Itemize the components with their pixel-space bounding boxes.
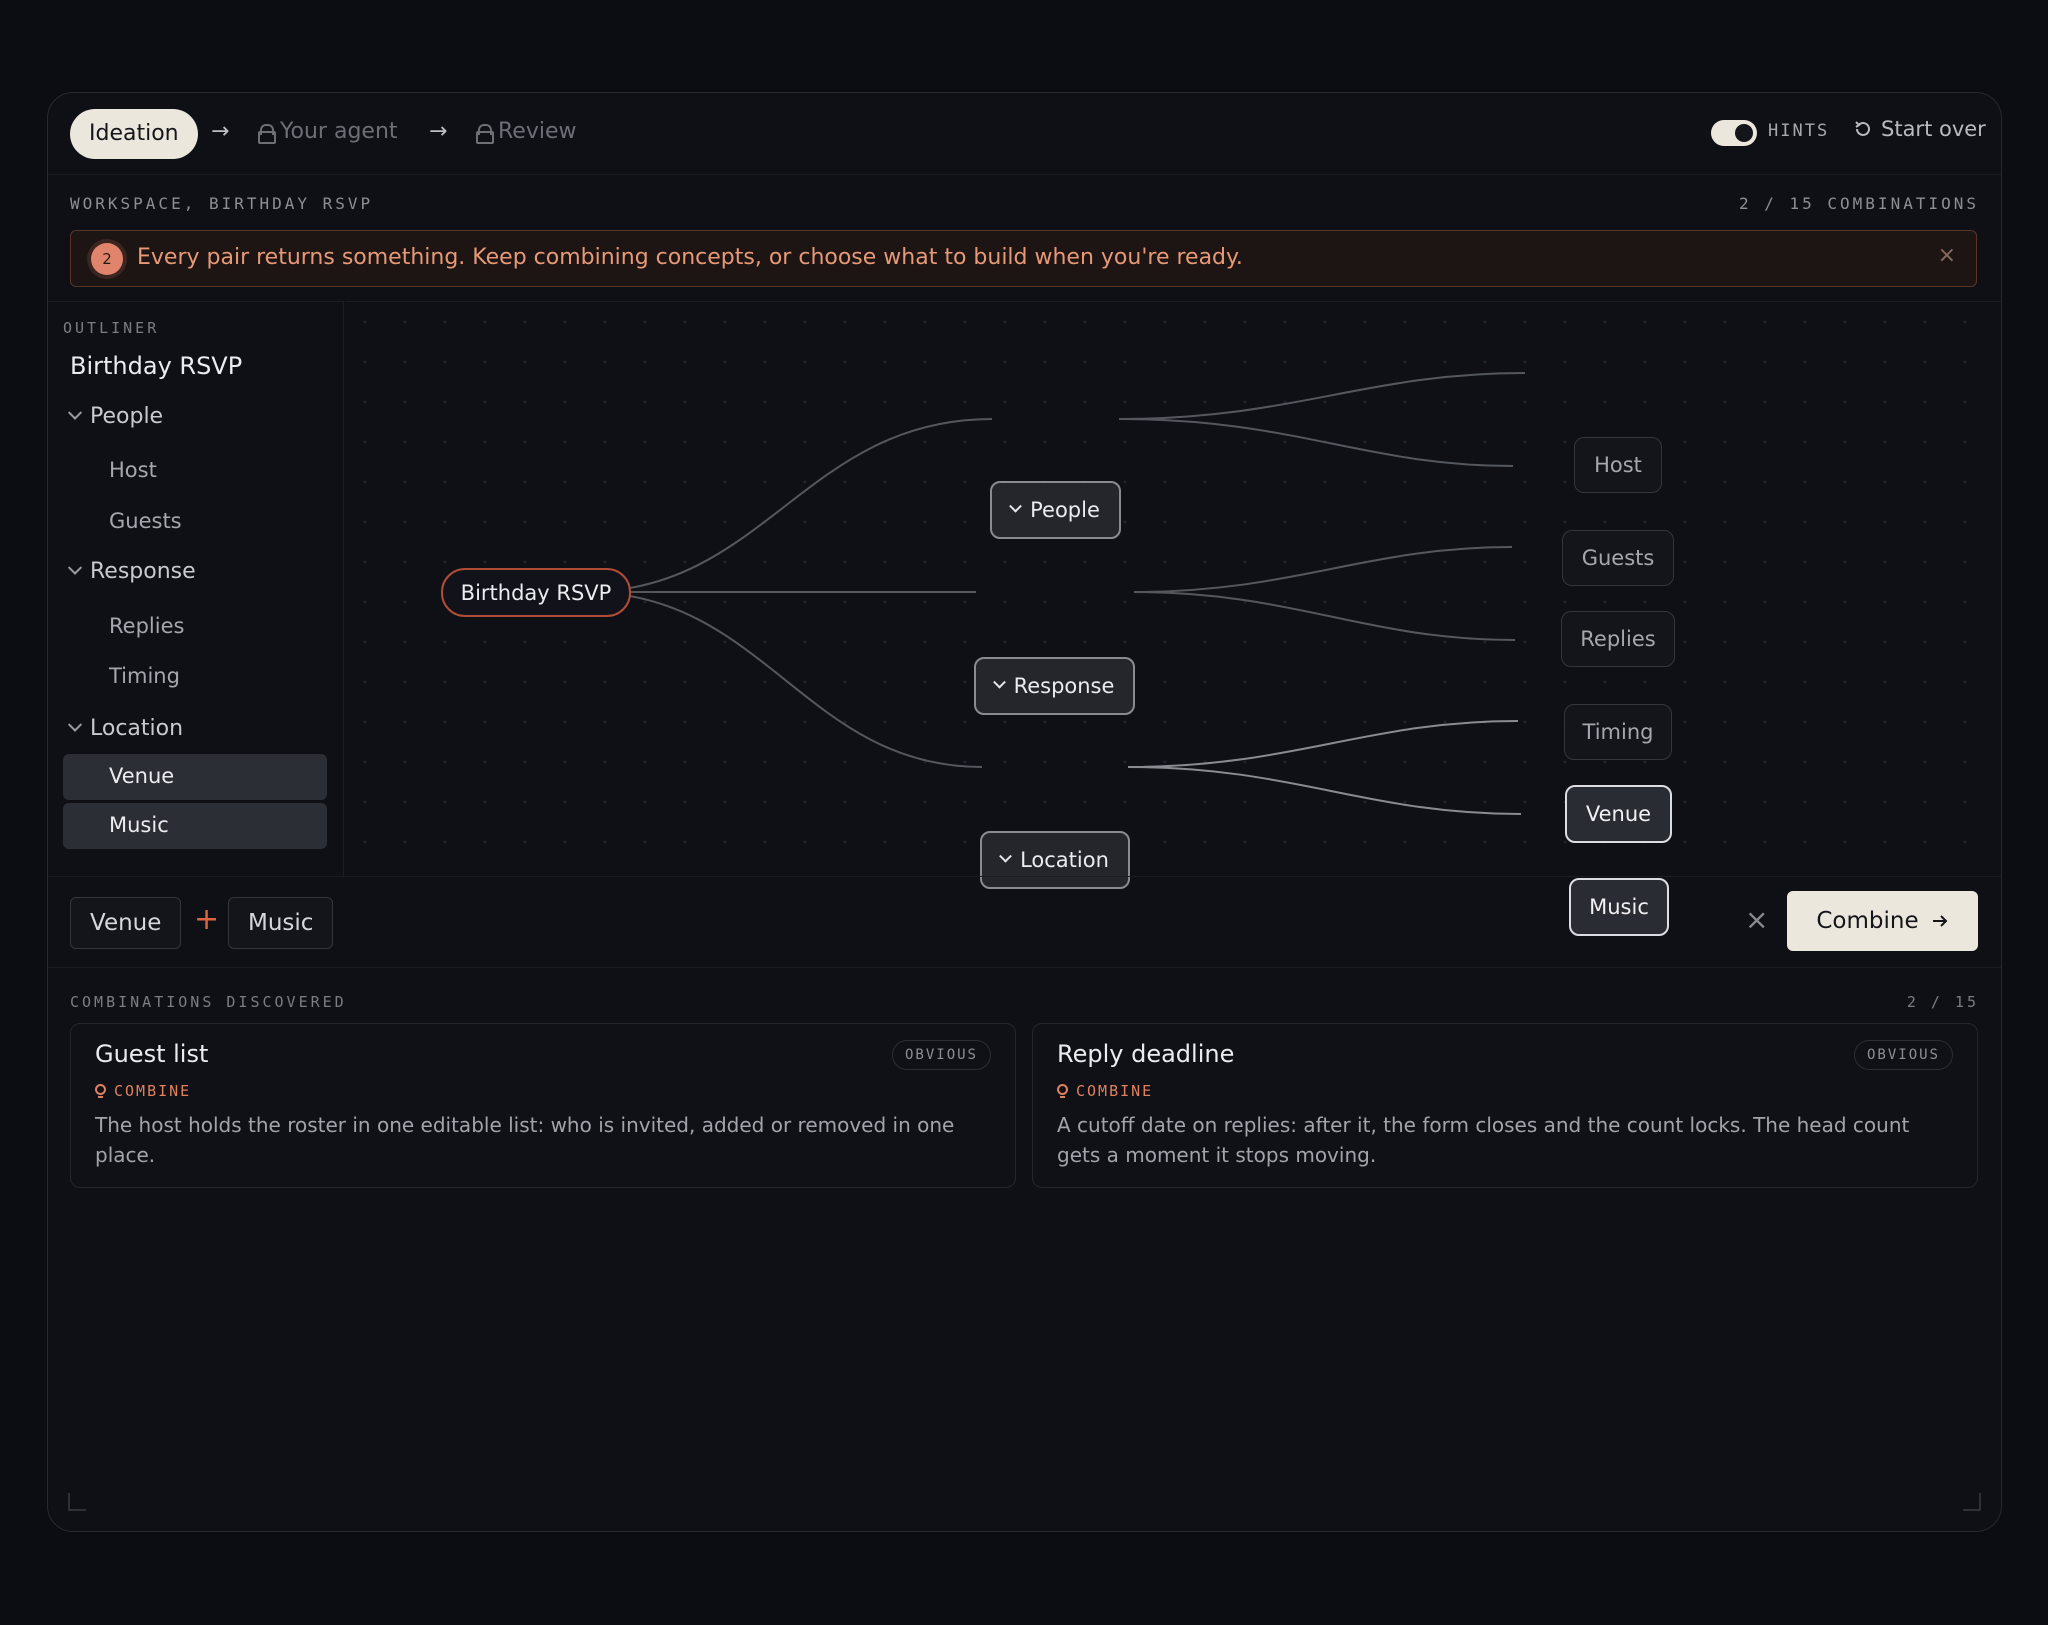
step-label: Your agent [280,119,398,144]
node-label: Replies [1580,627,1656,651]
card-kind: COMBINE [1057,1082,1153,1100]
outliner-group-people[interactable]: People [67,404,164,429]
node-host[interactable]: Host [1574,437,1662,493]
outliner-group-label: People [90,404,164,429]
node-label: Timing [1582,720,1654,744]
node-label: Host [1594,453,1642,477]
outliner-item-music[interactable]: Music [63,803,327,849]
edge-location-venue [1127,720,1519,768]
outliner-item-host[interactable]: Host [109,458,157,482]
edge-response-replies [1133,546,1513,593]
hint-number-badge: 2 [91,243,123,275]
outliner-group-response[interactable]: Response [67,559,196,584]
toggle-knob [1735,124,1753,142]
close-icon[interactable]: × [1938,243,1956,268]
combination-counter: 2 / 15 COMBINATIONS [1738,194,1979,213]
node-guests[interactable]: Guests [1562,530,1674,586]
edge-response-timing [1133,591,1516,641]
outliner-panel: OUTLINER Birthday RSVP People Host Guest… [48,301,344,876]
step-arrow: → [429,119,448,144]
node-label: Response [1013,674,1115,698]
start-over-button[interactable]: Start over [1853,117,1986,141]
node-venue[interactable]: Venue [1565,785,1672,843]
hint-text: Every pair returns something. Keep combi… [137,245,1243,270]
chevron-down-icon [999,849,1012,863]
mind-map-canvas[interactable]: Birthday RSVP People Response Location H… [345,301,2001,936]
chevron-down-icon [992,675,1006,689]
top-bar: Ideation → Your agent → Review HINTS Sta… [48,93,2001,175]
card-title: Guest list [95,1040,209,1068]
edge-root-people [584,418,993,593]
lightbulb-icon [1057,1083,1068,1099]
combination-card[interactable]: Guest list OBVIOUS COMBINE The host hold… [70,1023,1016,1188]
plus-icon: + [194,902,220,937]
hint-banner: 2 Every pair returns something. Keep com… [70,230,1977,287]
edge-root-location [584,591,983,768]
reset-icon [1855,121,1870,136]
outliner-group-label: Response [90,559,196,584]
hints-label: HINTS [1768,121,1830,141]
chevron-down-icon [67,405,83,420]
card-kind: COMBINE [95,1082,191,1100]
card-description: The host holds the roster in one editabl… [95,1113,955,1167]
outliner-item-venue[interactable]: Venue [63,754,327,800]
chevron-down-icon [67,560,83,575]
lock-icon [258,123,276,144]
outliner-item-label: Music [109,813,169,837]
outliner-group-label: Location [90,716,184,741]
node-timing[interactable]: Timing [1564,704,1672,760]
outliner-group-location[interactable]: Location [67,716,184,741]
combine-button[interactable]: Combine [1787,891,1978,951]
outliner-item-guests[interactable]: Guests [109,509,182,533]
edge-people-host [1118,372,1526,420]
combine-bar: Venue + Music × Combine [48,876,2001,968]
corner-mark [68,1493,86,1511]
outliner-item-replies[interactable]: Replies [109,614,184,638]
node-people[interactable]: People [990,481,1121,539]
selected-chip-venue[interactable]: Venue [70,897,182,949]
card-description: A cutoff date on replies: after it, the … [1057,1113,1910,1167]
clear-selection-icon[interactable]: × [1745,903,1768,936]
edge-people-guests [1118,418,1514,467]
step-review[interactable]: Review [476,119,577,144]
workspace-label: WORKSPACE, BIRTHDAY RSVP [70,194,374,213]
arrow-right-icon [1932,915,1948,927]
node-birthday-rsvp[interactable]: Birthday RSVP [441,568,631,617]
combinations-label: COMBINATIONS DISCOVERED [70,993,347,1011]
node-response[interactable]: Response [974,657,1135,715]
lock-icon [476,123,494,144]
node-label: Venue [1585,802,1652,826]
card-tag: OBVIOUS [891,1040,991,1070]
outliner-label: OUTLINER [63,319,160,337]
corner-mark [1963,1493,1981,1511]
outliner-item-label: Venue [109,764,175,788]
card-title: Reply deadline [1057,1040,1235,1068]
card-kind-label: COMBINE [1076,1082,1154,1100]
outliner-item-timing[interactable]: Timing [109,664,180,688]
combination-card[interactable]: Reply deadline OBVIOUS COMBINE A cutoff … [1032,1023,1978,1188]
node-label: Birthday RSVP [460,580,612,605]
hints-toggle[interactable] [1711,120,1757,146]
edge-location-music [1127,766,1522,815]
card-tag: OBVIOUS [1853,1040,1953,1070]
selected-chip-music[interactable]: Music [228,897,334,949]
step-label: Review [498,119,577,144]
step-ideation[interactable]: Ideation [70,109,198,159]
lightbulb-icon [95,1083,106,1099]
combine-button-label: Combine [1816,908,1919,934]
start-over-label: Start over [1881,117,1986,141]
step-your-agent[interactable]: Your agent [258,119,398,144]
node-label: Location [1020,848,1109,872]
outliner-root[interactable]: Birthday RSVP [70,352,242,380]
chevron-down-icon [67,717,83,732]
node-label: People [1030,498,1100,522]
card-kind-label: COMBINE [114,1082,192,1100]
chevron-down-icon [1009,499,1022,513]
node-label: Guests [1581,546,1655,570]
node-replies[interactable]: Replies [1561,611,1675,667]
app-window: Ideation → Your agent → Review HINTS Sta… [47,92,2002,1532]
combinations-count: 2 / 15 [1906,993,1979,1011]
step-arrow: → [211,119,230,144]
